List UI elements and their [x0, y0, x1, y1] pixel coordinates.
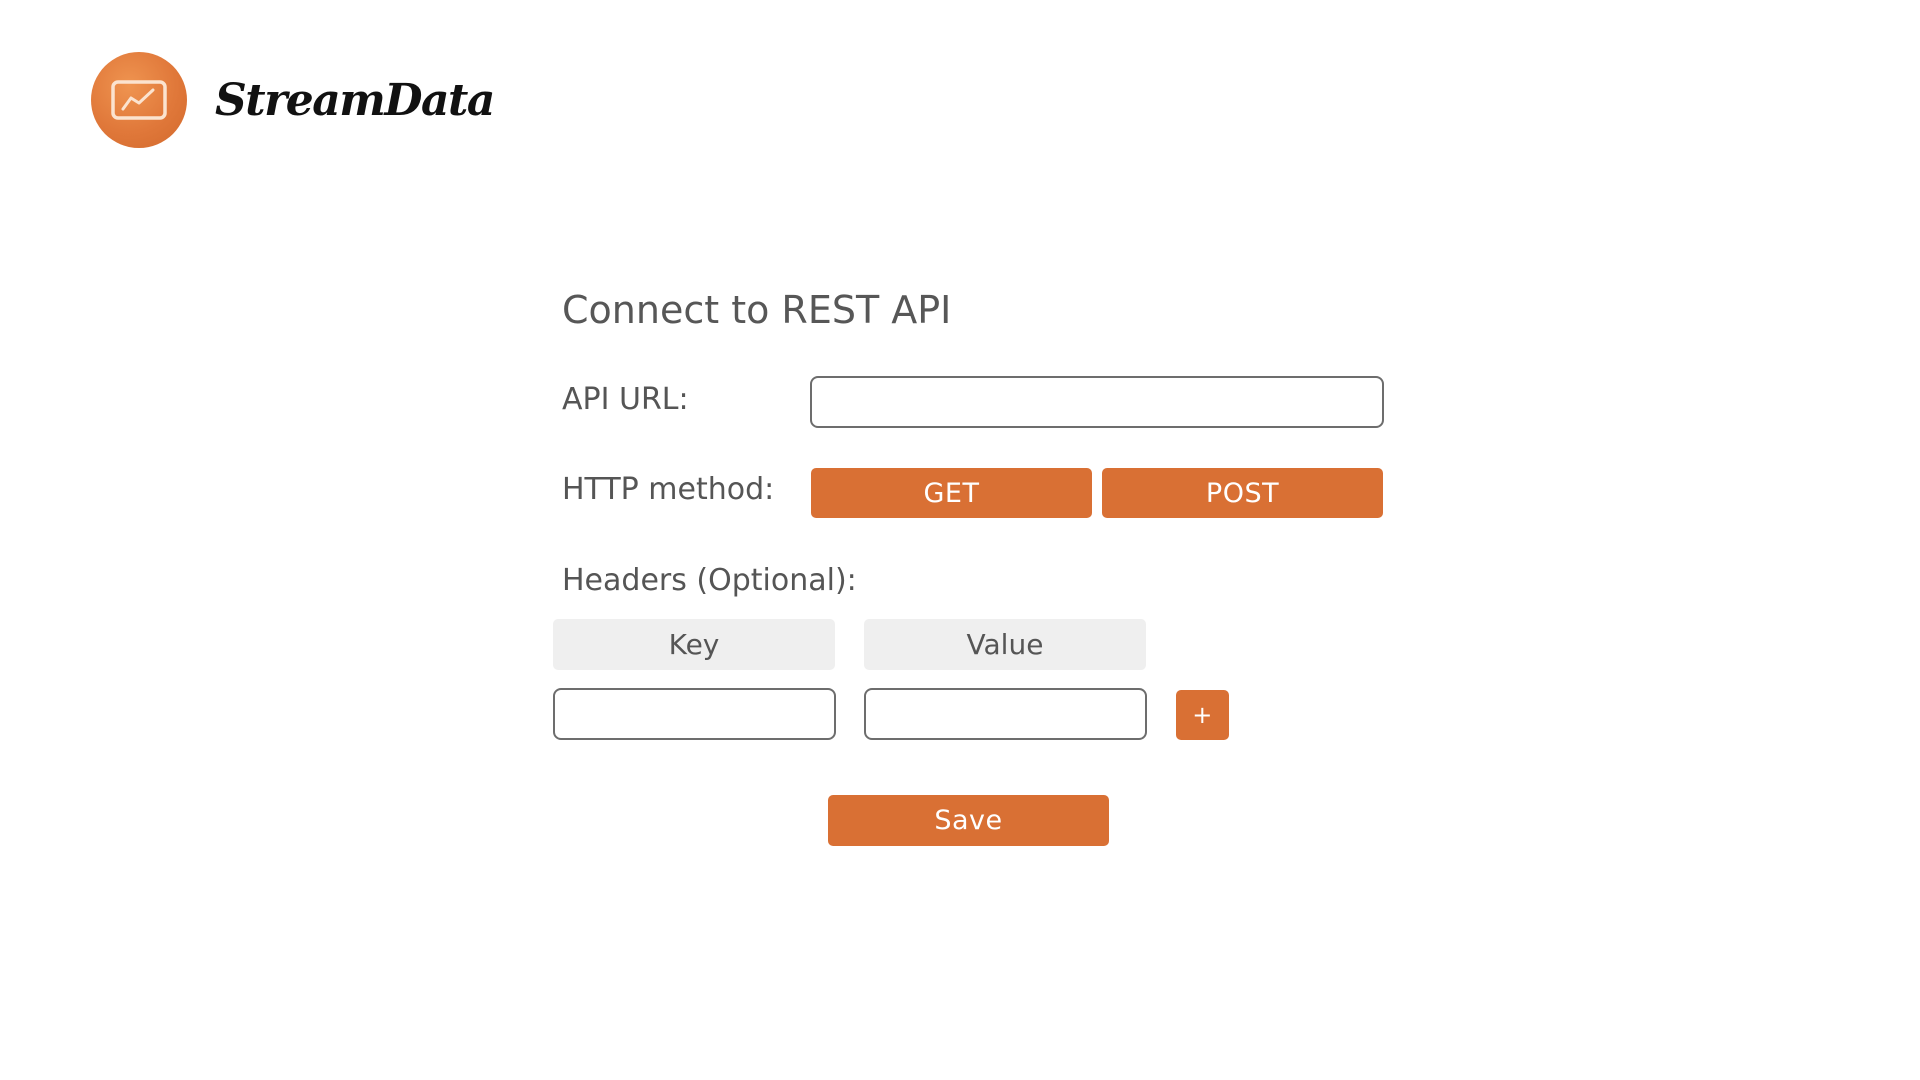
brand-header: StreamData: [91, 52, 495, 148]
save-button[interactable]: Save: [828, 795, 1109, 846]
header-value-input[interactable]: [864, 688, 1147, 740]
chart-line-icon: [111, 80, 167, 120]
brand-name: StreamData: [215, 74, 495, 126]
app-root: StreamData Connect to REST API API URL: …: [0, 0, 1920, 1080]
get-method-button[interactable]: GET: [811, 468, 1092, 518]
page-title: Connect to REST API: [562, 288, 952, 332]
headers-label: Headers (Optional):: [562, 563, 857, 598]
http-method-label: HTTP method:: [562, 472, 775, 507]
header-key-input[interactable]: [553, 688, 836, 740]
api-url-label: API URL:: [562, 382, 689, 417]
logo: [91, 52, 187, 148]
header-key-column: Key: [553, 619, 835, 670]
header-value-column: Value: [864, 619, 1146, 670]
post-method-button[interactable]: POST: [1102, 468, 1383, 518]
add-header-button[interactable]: +: [1176, 690, 1229, 740]
api-url-input[interactable]: [810, 376, 1384, 428]
